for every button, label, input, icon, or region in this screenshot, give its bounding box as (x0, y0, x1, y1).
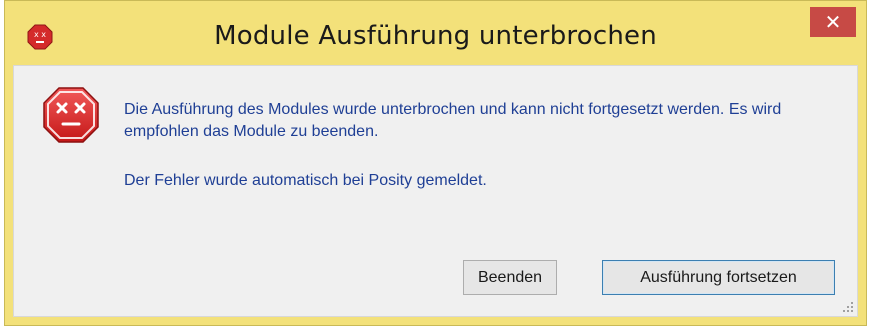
error-message-secondary: Der Fehler wurde automatisch bei Posity … (124, 172, 487, 189)
error-message: Die Ausführung des Modules wurde unterbr… (124, 99, 844, 192)
error-stop-sign-icon (43, 87, 99, 143)
resize-grip-icon[interactable] (843, 302, 853, 312)
dialog-body: Die Ausführung des Modules wurde unterbr… (13, 65, 858, 317)
dialog-window: x x Module Ausführung unterbrochen ✕ Die… (4, 0, 867, 326)
title-bar[interactable]: x x Module Ausführung unterbrochen ✕ (5, 1, 866, 63)
close-button[interactable]: ✕ (810, 7, 856, 37)
continue-execution-button[interactable]: Ausführung fortsetzen (602, 260, 835, 295)
close-icon: ✕ (824, 10, 842, 34)
window-title: Module Ausführung unterbrochen (214, 21, 657, 51)
quit-button[interactable]: Beenden (463, 260, 557, 295)
error-message-primary: Die Ausführung des Modules wurde unterbr… (124, 101, 782, 140)
